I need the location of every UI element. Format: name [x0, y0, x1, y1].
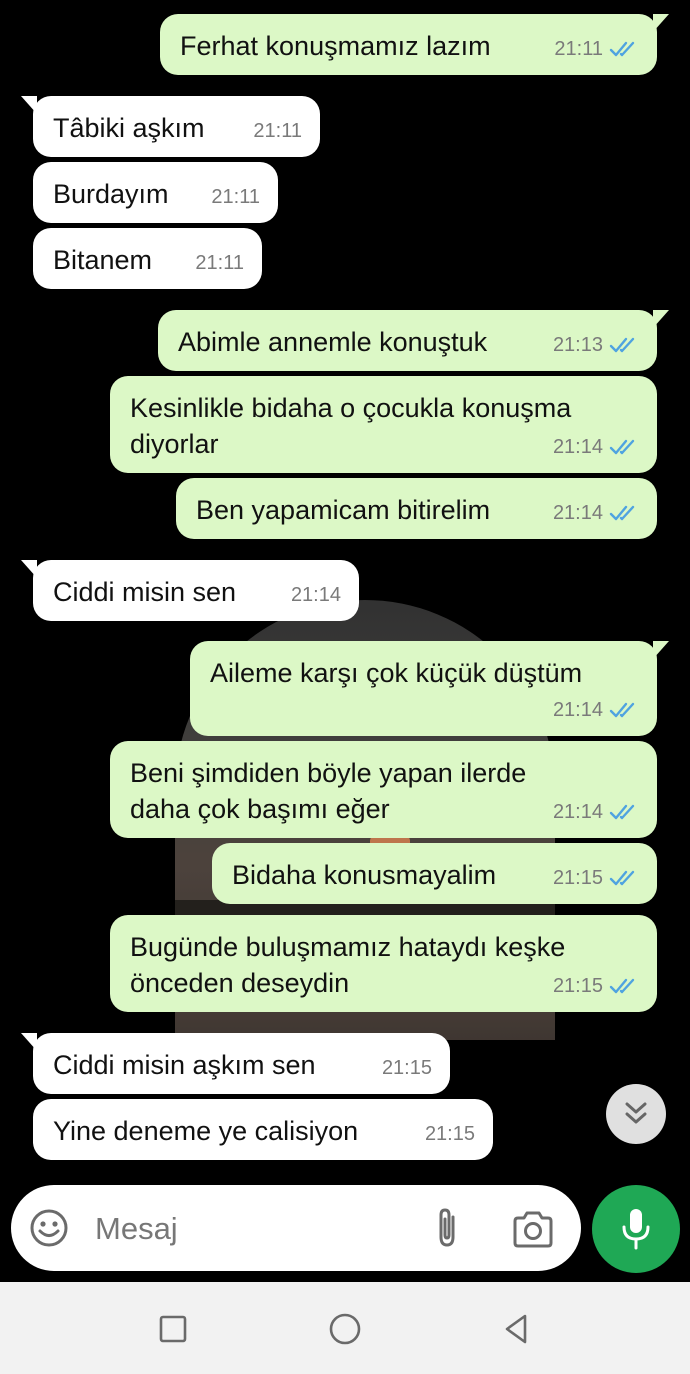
read-receipt-icon	[609, 804, 635, 820]
message-text: Beni şimdiden böyle yapan ilerde daha ço…	[130, 758, 527, 824]
message-text: Abimle annemle konuştuk	[178, 327, 488, 357]
read-receipt-icon	[609, 41, 635, 57]
message-composer	[11, 1185, 581, 1271]
message-bubble[interactable]: Bidaha konusmayalim 21:15	[212, 843, 657, 904]
message-text: Tâbiki aşkım	[53, 113, 205, 143]
camera-icon[interactable]	[511, 1209, 555, 1249]
message-time: 21:11	[554, 38, 603, 60]
message-time: 21:14	[290, 584, 341, 606]
message-bubble[interactable]: Ciddi misin aşkım sen 21:15	[21, 1033, 450, 1094]
message-bubble[interactable]: Burdayım 21:11	[33, 162, 278, 223]
message-time: 21:14	[552, 436, 603, 458]
message-time: 21:14	[552, 502, 603, 524]
message-bubble[interactable]: Beni şimdiden böyle yapan ilerde daha ço…	[110, 741, 657, 838]
message-bubble[interactable]: Aileme karşı çok küçük düştüm 21:14	[190, 641, 669, 736]
read-receipt-icon	[609, 439, 635, 455]
message-bubble[interactable]: Ciddi misin sen 21:14	[21, 560, 359, 621]
message-text: Aileme karşı çok küçük düştüm	[210, 658, 583, 688]
message-input[interactable]	[93, 1203, 397, 1255]
message-bubble[interactable]: Ferhat konuşmamız lazım 21:11	[160, 14, 669, 75]
message-text: Ciddi misin aşkım sen	[53, 1050, 316, 1080]
message-time: 21:15	[424, 1123, 475, 1145]
message-time: 21:11	[195, 252, 244, 274]
read-receipt-icon	[609, 702, 635, 718]
scroll-to-bottom-button[interactable]	[606, 1084, 666, 1144]
message-time: 21:11	[211, 186, 260, 208]
message-bubble[interactable]: Bitanem 21:11	[33, 228, 262, 289]
message-text: Burdayım	[53, 179, 169, 209]
double-chevron-down-icon	[625, 1102, 647, 1124]
read-receipt-icon	[609, 337, 635, 353]
read-receipt-icon	[609, 978, 635, 994]
message-bubble[interactable]: Ben yapamicam bitirelim 21:14	[176, 478, 657, 539]
message-text: Kesinlikle bidaha o çocukla konuşma diyo…	[130, 393, 572, 459]
message-time: 21:14	[552, 801, 603, 823]
message-time: 21:14	[552, 699, 603, 721]
message-text: Ben yapamicam bitirelim	[196, 495, 491, 525]
microphone-icon	[622, 1209, 650, 1250]
message-time: 21:15	[381, 1057, 432, 1079]
read-receipt-icon	[609, 505, 635, 521]
message-list[interactable]: Ferhat konuşmamız lazım 21:11 Tâbiki aşk…	[0, 0, 690, 1170]
emoji-icon[interactable]	[29, 1208, 69, 1248]
message-time: 21:13	[552, 334, 603, 356]
paperclip-icon[interactable]	[429, 1207, 465, 1249]
message-text: Bugünde buluşmamız hataydı keşke önceden…	[130, 932, 566, 998]
recent-apps-icon[interactable]	[156, 1312, 190, 1346]
message-time: 21:11	[253, 120, 302, 142]
message-text: Bidaha konusmayalim	[232, 860, 497, 890]
voice-record-button[interactable]	[592, 1185, 680, 1273]
message-bubble[interactable]: Bugünde buluşmamız hataydı keşke önceden…	[110, 915, 657, 1012]
message-time: 21:15	[552, 975, 603, 997]
message-text: Bitanem	[53, 245, 153, 275]
message-bubble[interactable]: Abimle annemle konuştuk 21:13	[158, 310, 669, 371]
read-receipt-icon	[609, 870, 635, 886]
back-icon[interactable]	[500, 1312, 534, 1346]
message-text: Yine deneme ye calisiyon	[53, 1116, 359, 1146]
message-bubble[interactable]: Tâbiki aşkım 21:11	[21, 96, 320, 157]
message-bubble[interactable]: Yine deneme ye calisiyon 21:15	[33, 1099, 493, 1160]
message-text: Ciddi misin sen	[53, 577, 237, 607]
message-text: Ferhat konuşmamız lazım	[180, 31, 491, 61]
system-navigation-bar	[0, 1282, 690, 1374]
message-bubble[interactable]: Kesinlikle bidaha o çocukla konuşma diyo…	[110, 376, 657, 473]
home-icon[interactable]	[328, 1312, 362, 1346]
message-time: 21:15	[552, 867, 603, 889]
